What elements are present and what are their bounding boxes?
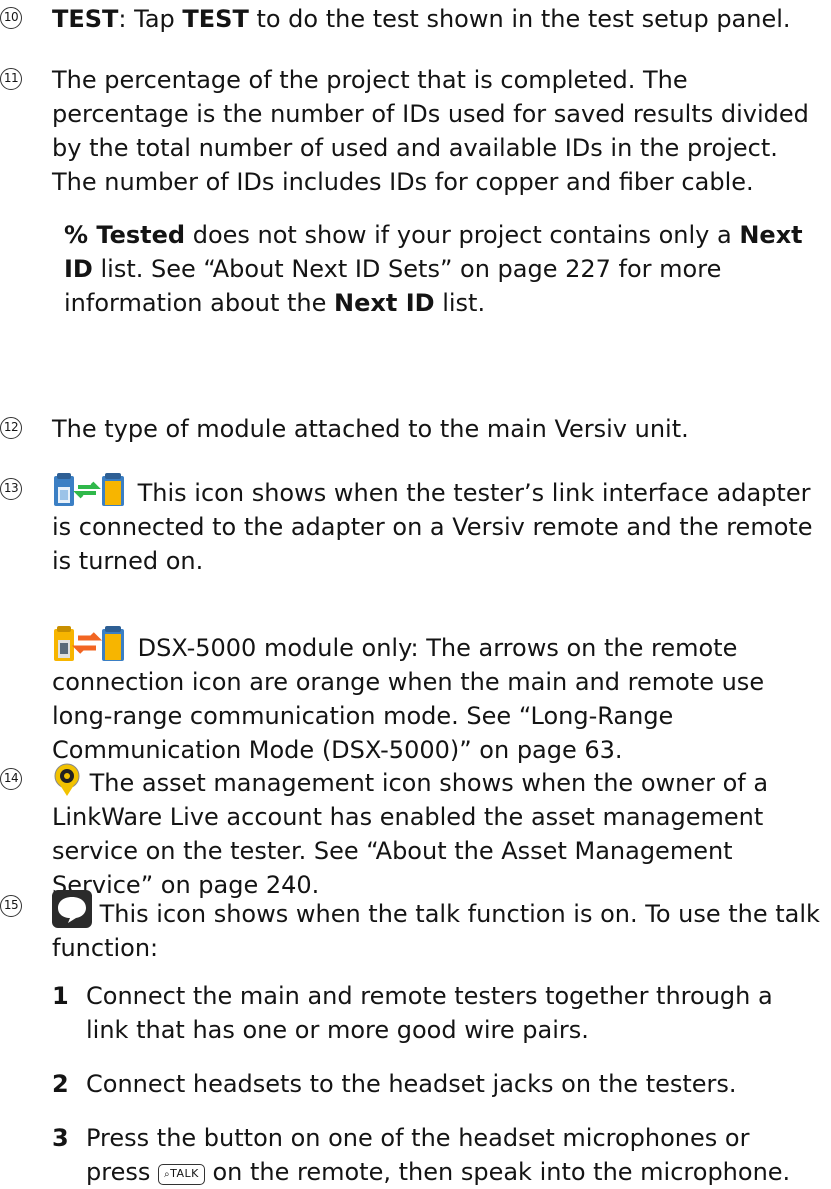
step-number: 1: [52, 982, 69, 1010]
item-body: This icon shows when the tester’s link i…: [52, 473, 822, 767]
item-marker: 13: [0, 478, 22, 500]
talk-key-icon: ⌕TALK: [157, 1164, 205, 1185]
item-marker: 11: [0, 68, 22, 90]
step-text: Press the button on one of the headset m…: [86, 1124, 791, 1186]
item-body: The type of module attached to the main …: [52, 415, 689, 443]
item-marker: 10: [0, 7, 22, 29]
item-body: This icon shows when the talk function i…: [52, 890, 822, 965]
remote-long-range-icon: [54, 626, 124, 661]
item-marker: 14: [0, 768, 22, 790]
step-text: Connect the main and remote testers toge…: [86, 982, 773, 1044]
asset-management-icon: [54, 763, 80, 796]
step-number: 2: [52, 1070, 69, 1098]
test-label: TEST: [52, 5, 119, 33]
item-body: The asset management icon shows when the…: [52, 763, 822, 902]
talk-icon: [52, 890, 92, 928]
paragraph: The percentage of the project that is co…: [52, 66, 809, 196]
item-body: TEST: Tap TEST to do the test shown in t…: [52, 5, 791, 33]
item-marker: 12: [0, 417, 22, 439]
item-body: The percentage of the project that is co…: [52, 63, 822, 320]
step-text: Connect headsets to the headset jacks on…: [86, 1070, 737, 1098]
remote-connected-icon: [54, 473, 124, 506]
paragraph: % Tested does not show if your project c…: [64, 221, 803, 317]
item-marker: 15: [0, 895, 22, 917]
step-number: 3: [52, 1124, 69, 1152]
